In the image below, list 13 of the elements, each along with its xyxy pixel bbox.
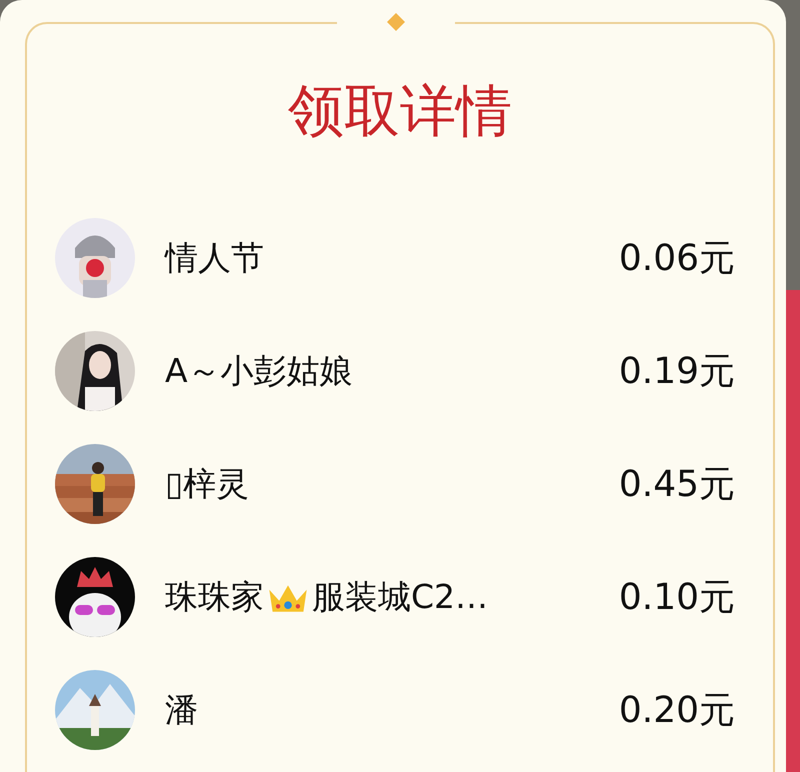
user-name: 珠珠家 xyxy=(165,576,264,618)
user-name: 情人节 xyxy=(165,236,264,278)
user-name: A～小彭姑娘 xyxy=(165,350,353,392)
diamond-icon xyxy=(386,12,406,32)
user-name: ▯梓灵 xyxy=(165,462,250,504)
amount: 0.45元 xyxy=(618,462,735,506)
amount: 0.06元 xyxy=(618,236,735,280)
amount: 0.19元 xyxy=(618,350,735,394)
dialog-title: 领取详情 xyxy=(287,78,513,146)
user-name: 服装城C2… xyxy=(312,576,488,618)
user-name: 潘 xyxy=(165,688,198,730)
amount: 0.10元 xyxy=(618,576,735,620)
amount: 0.20元 xyxy=(618,688,735,732)
